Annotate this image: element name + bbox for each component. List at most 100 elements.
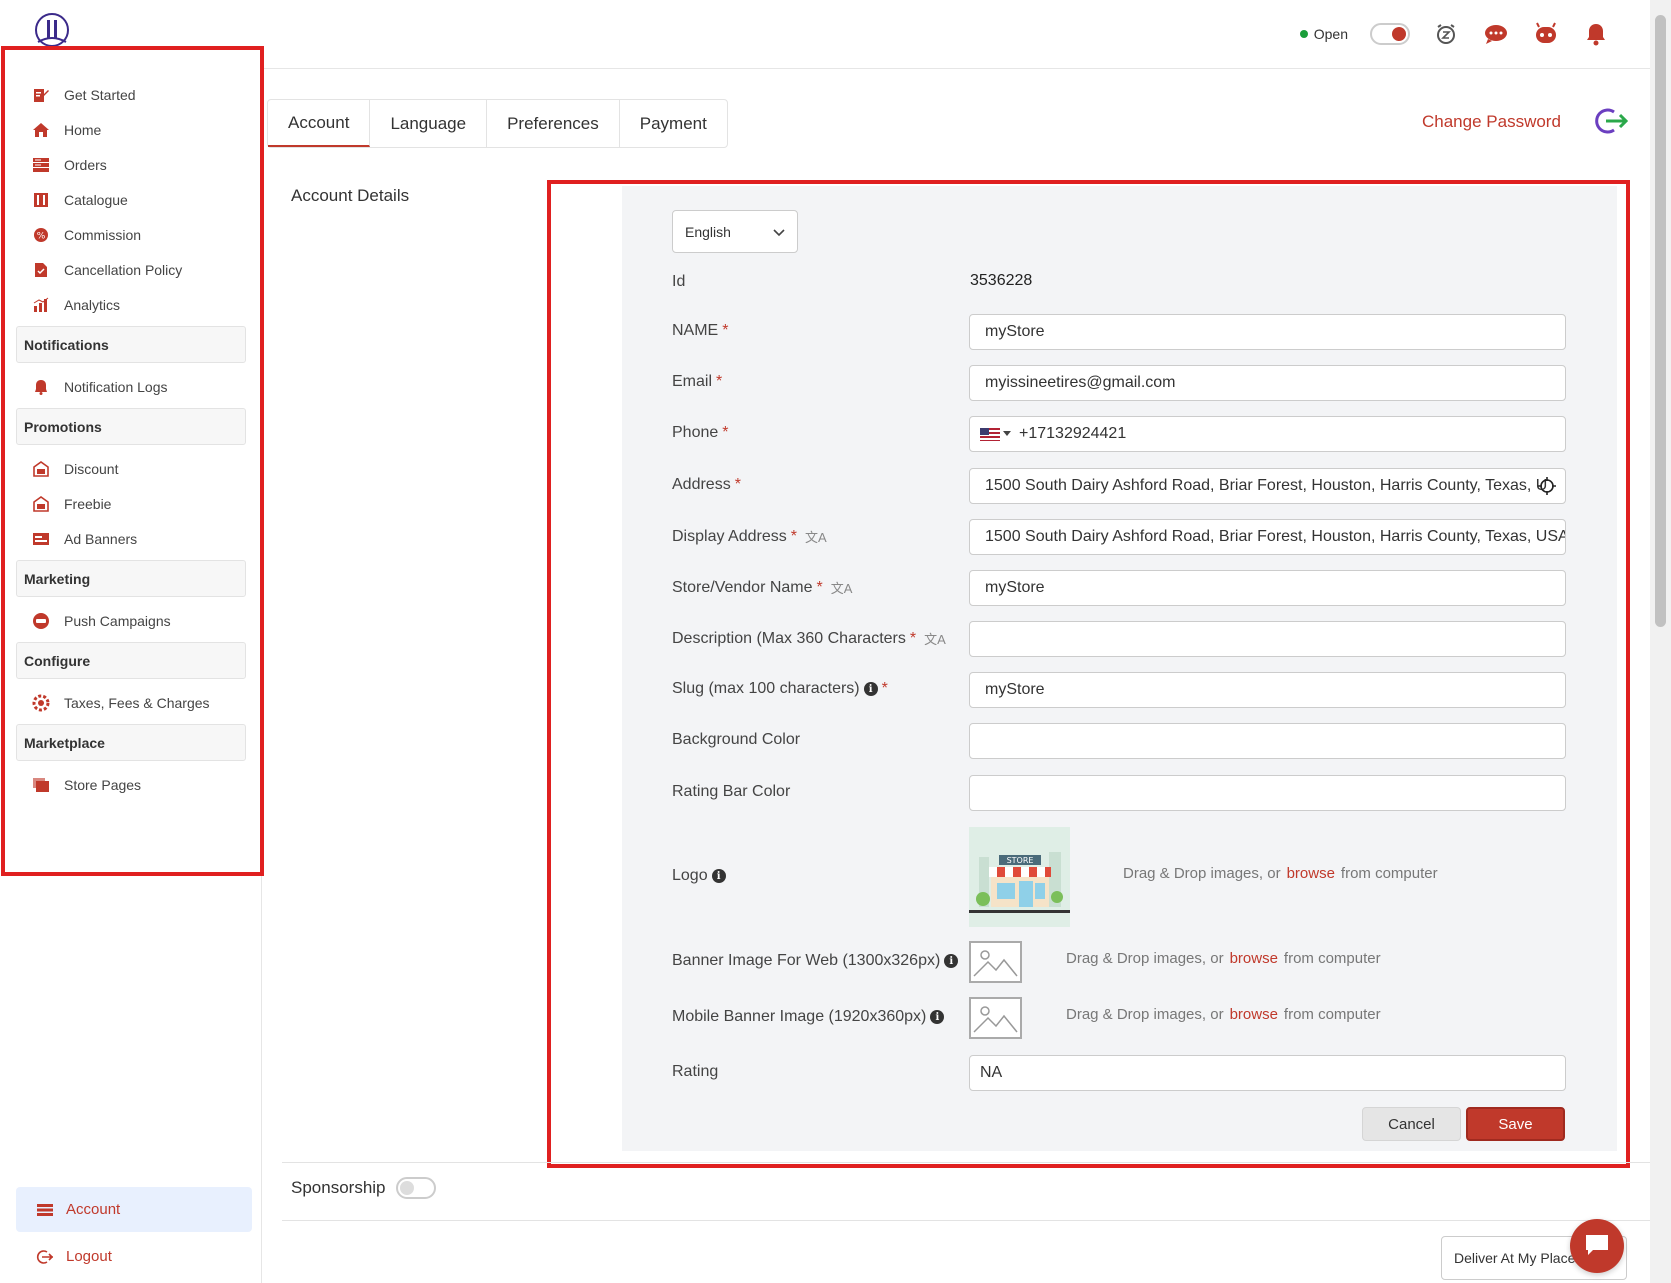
save-button[interactable]: Save: [1466, 1107, 1565, 1141]
id-label: Id: [672, 273, 685, 291]
address-value: 1500 South Dairy Ashford Road, Briar For…: [985, 477, 1548, 494]
bell-icon: [32, 378, 50, 396]
sidebar-item-discount[interactable]: Discount: [0, 451, 262, 486]
sidebar-item-analytics[interactable]: Analytics: [0, 287, 262, 322]
sidebar-item-account[interactable]: Account: [16, 1187, 252, 1232]
chat-launcher-button[interactable]: [1570, 1219, 1624, 1273]
required-mark: *: [716, 373, 723, 390]
phone-value: +17132924421: [1019, 425, 1127, 442]
required-mark: *: [722, 322, 729, 339]
description-label-text: Description (Max 360 Characters: [672, 629, 906, 647]
sidebar-item-orders[interactable]: Orders: [0, 147, 262, 182]
section-marketplace[interactable]: Marketplace: [16, 724, 246, 761]
section-configure[interactable]: Configure: [16, 642, 246, 679]
store-name-field[interactable]: myStore: [969, 570, 1566, 606]
section-marketing[interactable]: Marketing: [16, 560, 246, 597]
translate-icon[interactable]: 文A: [924, 629, 946, 648]
info-icon[interactable]: i: [944, 954, 959, 968]
sponsorship-toggle[interactable]: [395, 1177, 436, 1199]
banner-web-drop-zone[interactable]: Drag & Drop images, or browse from compute…: [1066, 950, 1381, 967]
cancel-button[interactable]: Cancel: [1362, 1107, 1461, 1141]
sidebar-item-label: Analytics: [64, 296, 121, 313]
display-address-label: Display Address * 文A: [672, 527, 827, 546]
required-mark: *: [722, 424, 729, 441]
sidebar-nav: Get Started Home Orders Catalogue % Comm…: [0, 77, 262, 802]
rating-bar-color-field[interactable]: [969, 775, 1566, 811]
rating-field[interactable]: NA: [969, 1055, 1566, 1091]
drop-prefix: Drag & Drop images, or: [1123, 865, 1281, 882]
chevron-down-icon: [773, 224, 785, 240]
language-select-value: English: [685, 223, 731, 240]
sidebar-item-ad-banners[interactable]: Ad Banners: [0, 521, 262, 556]
sidebar-item-cancellation-policy[interactable]: Cancellation Policy: [0, 252, 262, 287]
phone-label: Phone *: [672, 424, 729, 442]
display-address-field[interactable]: 1500 South Dairy Ashford Road, Briar For…: [969, 519, 1566, 555]
tab-account[interactable]: Account: [268, 100, 371, 147]
store-name-label: Store/Vendor Name * 文A: [672, 578, 852, 597]
sidebar-item-push-campaigns[interactable]: Push Campaigns: [0, 603, 262, 638]
translate-icon[interactable]: 文A: [805, 527, 827, 546]
sidebar-item-label: Push Campaigns: [64, 612, 171, 629]
section-notifications[interactable]: Notifications: [16, 326, 246, 363]
store-open-toggle[interactable]: [1370, 23, 1410, 45]
id-value: 3536228: [970, 272, 1033, 289]
description-field[interactable]: [969, 621, 1566, 657]
logo-drop-zone[interactable]: Drag & Drop images, or browse from compute…: [1123, 865, 1438, 882]
required-mark: *: [881, 680, 888, 697]
store-pages-icon: [32, 776, 50, 794]
sidebar-item-get-started[interactable]: Get Started: [0, 77, 262, 112]
tab-preferences[interactable]: Preferences: [487, 100, 620, 147]
sidebar-item-label: Catalogue: [64, 191, 128, 208]
image-placeholder-icon[interactable]: [969, 997, 1022, 1039]
image-placeholder-icon[interactable]: [969, 941, 1022, 983]
sidebar-item-taxes-fees[interactable]: Taxes, Fees & Charges: [0, 685, 262, 720]
bot-icon[interactable]: [1532, 20, 1560, 48]
sidebar-item-freebie[interactable]: Freebie: [0, 486, 262, 521]
background-color-field[interactable]: [969, 723, 1566, 759]
info-icon[interactable]: i: [863, 682, 878, 696]
orders-icon: [32, 156, 50, 174]
sidebar-item-label: Orders: [64, 156, 107, 173]
display-address-label-text: Display Address: [672, 527, 787, 545]
brand-logo[interactable]: [30, 12, 74, 52]
sidebar-item-store-pages[interactable]: Store Pages: [0, 767, 262, 802]
sidebar-item-logout[interactable]: Logout: [16, 1234, 252, 1279]
address-field[interactable]: 1500 South Dairy Ashford Road, Briar For…: [969, 468, 1566, 504]
info-icon[interactable]: i: [930, 1010, 945, 1024]
slug-field[interactable]: myStore: [969, 672, 1566, 708]
banner-mobile-drop-zone[interactable]: Drag & Drop images, or browse from compute…: [1066, 1006, 1381, 1023]
home-icon: [32, 121, 50, 139]
support-chat-icon[interactable]: [1482, 20, 1510, 48]
language-select[interactable]: English: [672, 210, 798, 253]
sidebar-item-label: Freebie: [64, 495, 112, 512]
scrollbar-thumb[interactable]: [1655, 15, 1666, 627]
sidebar-item-notification-logs[interactable]: Notification Logs: [0, 369, 262, 404]
section-promotions[interactable]: Promotions: [16, 408, 246, 445]
browse-link[interactable]: browse: [1230, 950, 1278, 967]
locate-icon[interactable]: [1538, 477, 1556, 495]
email-field[interactable]: myissineetires@gmail.com: [969, 365, 1566, 401]
email-label: Email *: [672, 373, 722, 391]
phone-field[interactable]: +17132924421: [969, 416, 1566, 452]
tab-language[interactable]: Language: [370, 100, 488, 147]
sidebar-item-commission[interactable]: % Commission: [0, 217, 262, 252]
us-flag-icon[interactable]: [980, 427, 1011, 441]
slug-label: Slug (max 100 characters) i *: [672, 680, 888, 698]
store-logo-image[interactable]: STORE: [969, 827, 1070, 927]
sponsorship-row: Sponsorship: [291, 1177, 436, 1199]
bell-icon[interactable]: [1582, 20, 1610, 48]
snooze-icon[interactable]: [1432, 20, 1460, 48]
sidebar-item-catalogue[interactable]: Catalogue: [0, 182, 262, 217]
change-password-link[interactable]: Change Password: [1422, 112, 1561, 132]
browse-link[interactable]: browse: [1287, 865, 1335, 882]
drop-prefix: Drag & Drop images, or: [1066, 950, 1224, 967]
delivery-mode-value: Deliver At My Place: [1454, 1250, 1576, 1266]
translate-icon[interactable]: 文A: [831, 578, 853, 597]
tab-payment[interactable]: Payment: [620, 100, 727, 147]
sign-out-icon[interactable]: [1594, 106, 1629, 136]
browse-link[interactable]: browse: [1230, 1006, 1278, 1023]
sidebar-item-label: Taxes, Fees & Charges: [64, 694, 210, 711]
name-field[interactable]: myStore: [969, 314, 1566, 350]
info-icon[interactable]: i: [711, 869, 726, 883]
sidebar-item-home[interactable]: Home: [0, 112, 262, 147]
